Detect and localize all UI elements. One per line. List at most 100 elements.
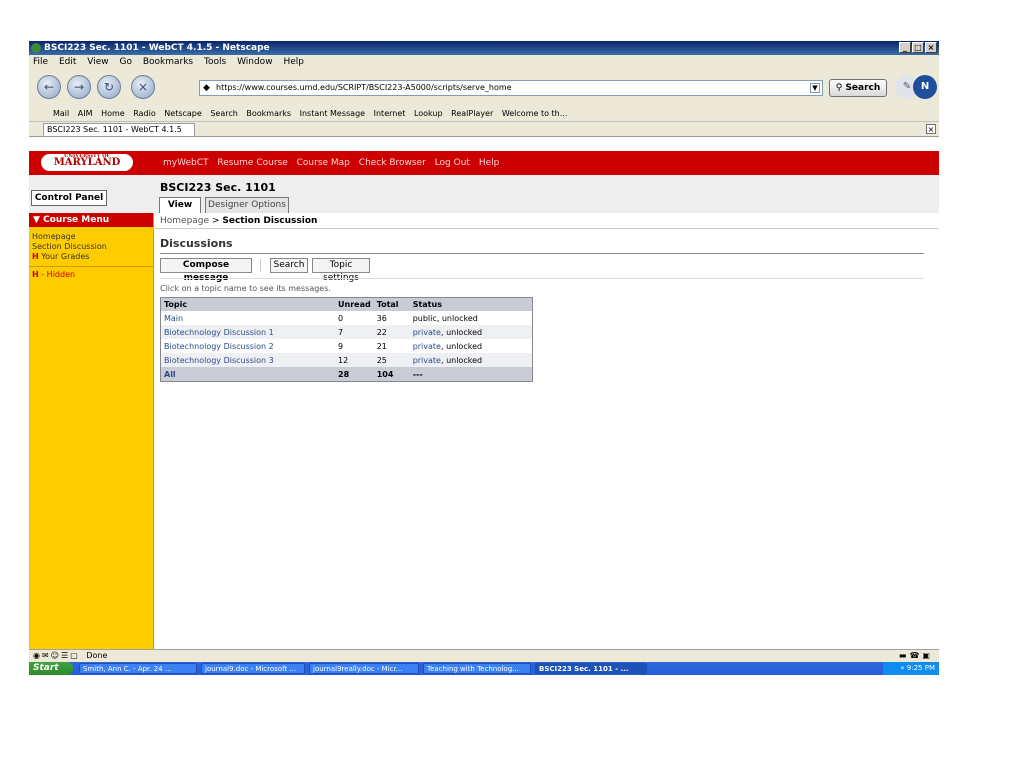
- breadcrumb-divider: [153, 228, 939, 229]
- breadcrumb-home[interactable]: Homepage: [160, 216, 209, 226]
- url-input[interactable]: ◆ https://www.courses.umd.edu/SCRIPT/BSC…: [199, 80, 823, 96]
- bookmark-aim[interactable]: AIM: [78, 109, 93, 118]
- sidebar-item-your-grades-label: Your Grades: [41, 252, 90, 261]
- column-header-unread: Unread: [335, 297, 374, 311]
- bookmark-radio[interactable]: Radio: [133, 109, 155, 118]
- table-row: Biotechnology Discussion 1 7 22 private,…: [160, 325, 533, 339]
- menu-bar: File Edit View Go Bookmarks Tools Window…: [29, 55, 939, 69]
- table-row: Biotechnology Discussion 3 12 25 private…: [160, 353, 533, 367]
- logo-subtitle: UNIVERSITY OF: [63, 153, 110, 159]
- url-dropdown-icon[interactable]: ▼: [810, 83, 820, 93]
- bookmark-bookmarks[interactable]: Bookmarks: [246, 109, 291, 118]
- status-visibility-link[interactable]: private: [413, 342, 441, 351]
- task-bsci223[interactable]: BSCI223 Sec. 1101 - ...: [535, 663, 647, 674]
- bookmark-instant-message[interactable]: Instant Message: [300, 109, 365, 118]
- column-header-topic: Topic: [160, 297, 335, 311]
- university-logo: UNIVERSITY OF MARYLAND: [41, 153, 133, 171]
- nav-check-browser[interactable]: Check Browser: [359, 158, 426, 168]
- status-total: ---: [409, 367, 533, 382]
- title-divider: [160, 253, 924, 254]
- course-menu-header[interactable]: ▼ Course Menu: [29, 213, 153, 227]
- course-header: Control Panel BSCI223 Sec. 1101 View Des…: [29, 175, 939, 213]
- content-area: [153, 213, 939, 675]
- course-menu-title: Course Menu: [43, 215, 110, 225]
- search-topics-button[interactable]: Search: [270, 258, 308, 273]
- maximize-button[interactable]: □: [912, 42, 924, 53]
- task-journal9really-doc[interactable]: journal9really.doc - Micr...: [309, 663, 419, 674]
- bookmark-mail[interactable]: Mail: [53, 109, 69, 118]
- status-component-icons[interactable]: ◉✉☺☰▢: [33, 651, 80, 660]
- all-topics-link[interactable]: All: [160, 367, 335, 382]
- sidebar-item-your-grades[interactable]: H Your Grades: [32, 252, 89, 262]
- course-menu-sidebar: ▼ Course Menu Homepage Section Discussio…: [29, 213, 153, 675]
- menu-go[interactable]: Go: [119, 57, 131, 67]
- topic-link[interactable]: Biotechnology Discussion 1: [160, 325, 335, 339]
- total-count: 21: [376, 341, 387, 351]
- security-lock-icon[interactable]: ▬☎▣: [899, 650, 933, 662]
- compose-message-button[interactable]: Compose message: [160, 258, 252, 283]
- topic-settings-button[interactable]: Topic settings: [312, 258, 370, 283]
- start-button[interactable]: Start: [29, 662, 73, 675]
- bookmark-lookup[interactable]: Lookup: [414, 109, 443, 118]
- browser-screen: BSCI223 Sec. 1101 - WebCT 4.1.5 - Netsca…: [29, 41, 939, 675]
- search-icon: ⚲: [835, 83, 843, 93]
- menu-edit[interactable]: Edit: [59, 57, 76, 67]
- status-lock: , unlocked: [436, 313, 478, 323]
- back-icon[interactable]: ←: [37, 75, 61, 99]
- toolbar-divider: [160, 278, 924, 279]
- bookmark-netscape[interactable]: Netscape: [164, 109, 202, 118]
- task-teaching-with-technology[interactable]: Teaching with Technolog...: [423, 663, 531, 674]
- topic-link[interactable]: Biotechnology Discussion 2: [161, 339, 336, 353]
- status-cell: public, unlocked: [410, 311, 533, 325]
- menu-window[interactable]: Window: [237, 57, 273, 67]
- bookmark-search[interactable]: Search: [210, 109, 237, 118]
- webct-header: UNIVERSITY OF MARYLAND myWebCT Resume Co…: [29, 151, 939, 175]
- stop-icon[interactable]: ×: [131, 75, 155, 99]
- status-lock: , unlocked: [440, 341, 483, 351]
- unread-count: 9: [338, 341, 344, 351]
- tab-bar: BSCI223 Sec. 1101 - WebCT 4.1.5 ×: [29, 122, 939, 137]
- sidebar-item-section-discussion[interactable]: Section Discussion: [32, 242, 107, 252]
- status-visibility-link[interactable]: private: [413, 356, 441, 365]
- sidebar-item-homepage[interactable]: Homepage: [32, 232, 76, 242]
- menu-help[interactable]: Help: [283, 57, 304, 67]
- control-panel-button[interactable]: Control Panel: [31, 190, 107, 206]
- menu-view[interactable]: View: [87, 57, 108, 67]
- course-title: BSCI223 Sec. 1101: [160, 181, 276, 194]
- search-button[interactable]: ⚲ Search: [829, 79, 887, 97]
- tab-view[interactable]: View: [159, 197, 201, 213]
- nav-help[interactable]: Help: [479, 158, 500, 168]
- menu-file[interactable]: File: [33, 57, 48, 67]
- tab-designer-options[interactable]: Designer Options: [205, 197, 289, 213]
- task-journal9-doc[interactable]: journal9.doc - Microsoft ...: [201, 663, 305, 674]
- unread-count: 0: [338, 313, 344, 323]
- bookmark-internet[interactable]: Internet: [374, 109, 406, 118]
- reload-icon[interactable]: ↻: [97, 75, 121, 99]
- bookmark-welcome[interactable]: Welcome to th...: [502, 109, 568, 118]
- search-button-label: Search: [845, 83, 881, 93]
- status-visibility-link[interactable]: private: [413, 328, 441, 337]
- nav-course-map[interactable]: Course Map: [297, 158, 350, 168]
- breadcrumb-current: Section Discussion: [222, 216, 318, 226]
- column-header-status: Status: [409, 297, 533, 311]
- windows-taskbar: Start Smith, Ann C. - Apr. 24 ... journa…: [29, 662, 939, 675]
- close-tab-icon[interactable]: ×: [926, 124, 936, 134]
- browser-tab[interactable]: BSCI223 Sec. 1101 - WebCT 4.1.5: [43, 123, 195, 136]
- forward-icon[interactable]: →: [67, 75, 91, 99]
- nav-mywebct[interactable]: myWebCT: [163, 158, 209, 168]
- menu-tools[interactable]: Tools: [204, 57, 226, 67]
- minimize-button[interactable]: _: [899, 42, 911, 53]
- bookmark-home[interactable]: Home: [101, 109, 125, 118]
- tray-expand-icon[interactable]: «: [900, 664, 904, 672]
- task-smith-ann[interactable]: Smith, Ann C. - Apr. 24 ...: [79, 663, 197, 674]
- topic-link[interactable]: Biotechnology Discussion 3: [160, 353, 335, 367]
- breadcrumb: Homepage > Section Discussion: [160, 216, 317, 226]
- close-window-button[interactable]: ×: [925, 42, 937, 53]
- nav-resume-course[interactable]: Resume Course: [217, 158, 287, 168]
- bookmark-realplayer[interactable]: RealPlayer: [451, 109, 493, 118]
- menu-bookmarks[interactable]: Bookmarks: [143, 57, 193, 67]
- status-text: Done: [86, 651, 108, 660]
- nav-log-out[interactable]: Log Out: [435, 158, 470, 168]
- topic-link[interactable]: Main: [161, 311, 336, 325]
- total-count: 25: [373, 353, 410, 367]
